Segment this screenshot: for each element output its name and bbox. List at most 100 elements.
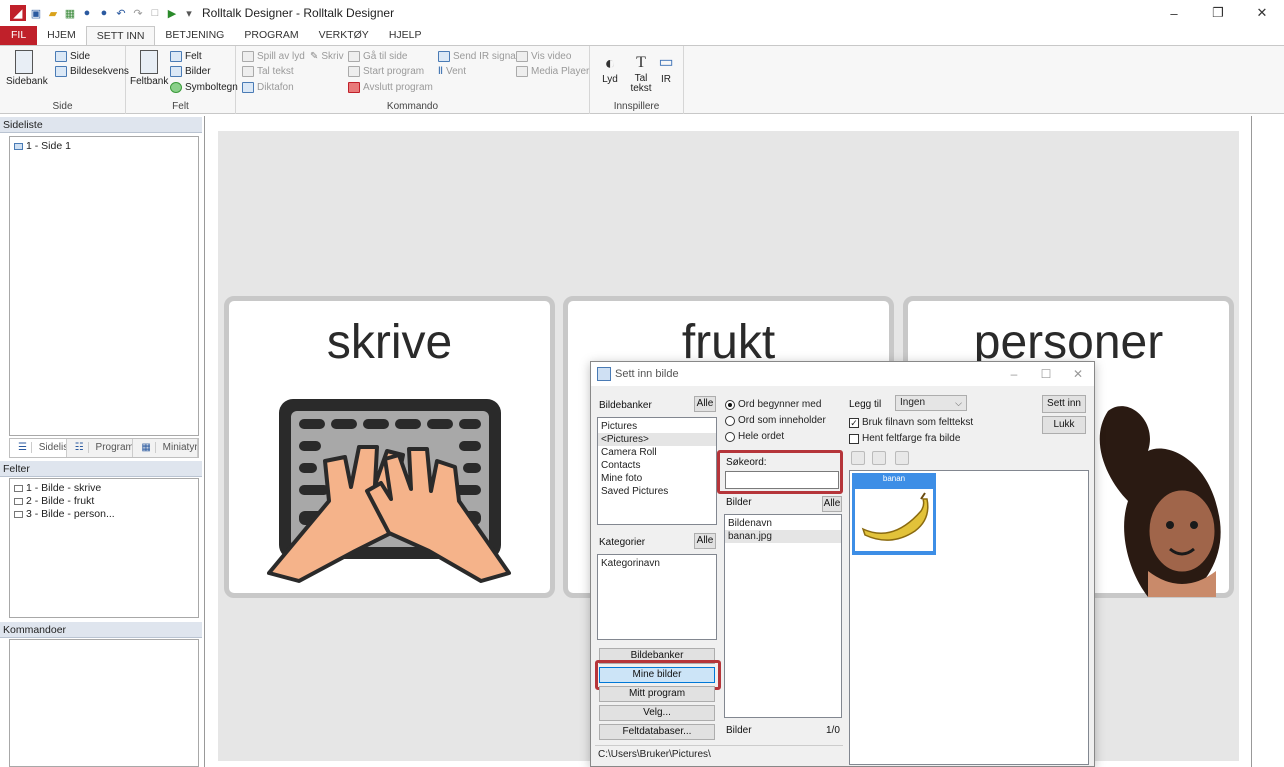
field-icon bbox=[14, 511, 23, 518]
legg-til-label: Legg til bbox=[849, 399, 882, 410]
side-icon bbox=[55, 51, 67, 62]
undo-icon[interactable]: ↶ bbox=[114, 6, 128, 20]
felter-item[interactable]: 3 - Bilde - person... bbox=[10, 508, 198, 521]
rotate-left-icon[interactable] bbox=[851, 451, 865, 465]
feltdatabaser-button[interactable]: Feltdatabaser... bbox=[599, 724, 715, 740]
tab-betjening[interactable]: BETJENING bbox=[155, 26, 234, 45]
tab-programs[interactable]: ☷ Programs... bbox=[67, 439, 134, 457]
minimize-button[interactable]: – bbox=[1152, 0, 1196, 26]
felter-tree: 1 - Bilde - skrive 2 - Bilde - frukt 3 -… bbox=[9, 478, 199, 618]
record-icon[interactable]: ● bbox=[80, 6, 94, 20]
radio-ord-begynner[interactable]: Ord begynner med bbox=[725, 399, 821, 410]
avslutt-program-button[interactable]: Avslutt program bbox=[348, 82, 433, 93]
dialog-close-button[interactable]: ✕ bbox=[1062, 362, 1094, 386]
image-preview-grid: banan bbox=[849, 470, 1089, 765]
side-button[interactable]: Side bbox=[55, 51, 90, 62]
field-card-skrive[interactable]: skrive bbox=[224, 296, 555, 598]
vis-video-button[interactable]: Vis video bbox=[516, 51, 571, 62]
felter-item-label: 3 - Bilde - person... bbox=[26, 508, 115, 520]
felt-button[interactable]: Felt bbox=[170, 51, 202, 62]
radio-ord-inneholder[interactable]: Ord som inneholder bbox=[725, 415, 826, 426]
tab-verktoy[interactable]: VERKTØY bbox=[309, 26, 379, 45]
spill-av-lyd-button[interactable]: Spill av lyd bbox=[242, 51, 305, 62]
qat-dropdown-icon[interactable]: ▾ bbox=[182, 6, 196, 20]
image-icon[interactable]: ▦ bbox=[63, 6, 77, 20]
bilder-label: Bilder bbox=[185, 66, 211, 77]
play-icon[interactable]: ▶ bbox=[165, 6, 179, 20]
list-item[interactable]: Camera Roll bbox=[598, 446, 716, 459]
app-logo-icon[interactable]: ◢ bbox=[10, 5, 26, 21]
list-item[interactable]: Saved Pictures bbox=[598, 485, 716, 498]
kategorier-list[interactable]: Kategorinavn bbox=[597, 554, 717, 640]
tab-program[interactable]: PROGRAM bbox=[234, 26, 308, 45]
diktafon-icon bbox=[242, 82, 254, 93]
dialog-minimize-button[interactable]: – bbox=[998, 362, 1030, 386]
tal-tekst-recorder-button[interactable]: T Tal tekst bbox=[628, 52, 654, 94]
velg-button[interactable]: Velg... bbox=[599, 705, 715, 721]
list-item[interactable]: Mine foto bbox=[598, 472, 716, 485]
grid-icon: ▦ bbox=[137, 442, 156, 453]
symboltegn-button[interactable]: Symboltegn bbox=[170, 82, 238, 93]
radio-circle bbox=[725, 431, 735, 442]
stop-icon[interactable]: ● bbox=[97, 6, 111, 20]
feltbank-button[interactable]: Feltbank bbox=[130, 50, 168, 87]
list-item[interactable]: <Pictures> bbox=[598, 433, 716, 446]
chk-bruk-filnavn[interactable]: ✓ Bruk filnavn som felttekst bbox=[849, 417, 973, 428]
felter-item[interactable]: 1 - Bilde - skrive bbox=[10, 482, 198, 495]
close-button[interactable]: ✕ bbox=[1240, 0, 1284, 26]
bilder-list[interactable]: Bildenavn banan.jpg bbox=[724, 514, 842, 718]
speaker-icon bbox=[242, 51, 254, 62]
bilder-alle-button[interactable]: Alle bbox=[822, 496, 842, 512]
rotate-right-icon[interactable] bbox=[872, 451, 886, 465]
kommandoer-list bbox=[9, 639, 199, 767]
redo-icon[interactable]: ↷ bbox=[131, 6, 145, 20]
sett-inn-button[interactable]: Sett inn bbox=[1042, 395, 1086, 413]
tab-sideliste[interactable]: ☰ Sideliste bbox=[10, 439, 67, 457]
dialog-maximize-button[interactable]: ☐ bbox=[1030, 362, 1062, 386]
tab-fil[interactable]: FIL bbox=[0, 26, 38, 45]
save-icon[interactable]: ▣ bbox=[29, 6, 43, 20]
tab-sett-inn[interactable]: SETT INN bbox=[85, 26, 156, 45]
banana-icon bbox=[861, 492, 929, 541]
lukk-button[interactable]: Lukk bbox=[1042, 416, 1086, 434]
bildesekvens-button[interactable]: Bildesekvens bbox=[55, 66, 129, 77]
kategorier-alle-button[interactable]: Alle bbox=[694, 533, 716, 549]
radio-hele-ordet[interactable]: Hele ordet bbox=[725, 431, 784, 442]
sidebank-button[interactable]: Sidebank bbox=[6, 50, 48, 87]
vent-button[interactable]: ‖ Vent bbox=[438, 66, 466, 77]
tab-programs-label: Programs... bbox=[91, 442, 133, 453]
diktafon-button[interactable]: Diktafon bbox=[242, 82, 294, 93]
send-ir-signal-button[interactable]: Send IR signal bbox=[438, 51, 518, 62]
list-item[interactable]: Pictures bbox=[598, 420, 716, 433]
skriv-button[interactable]: ✎ Skriv bbox=[310, 51, 344, 62]
start-program-button[interactable]: Start program bbox=[348, 66, 424, 77]
tab-hjelp[interactable]: HJELP bbox=[379, 26, 432, 45]
list-item[interactable]: Contacts bbox=[598, 459, 716, 472]
list-item[interactable]: Kategorinavn bbox=[598, 557, 716, 570]
title-bar: ◢ ▣ ▰ ▦ ● ● ↶ ↷ □ ▶ ▾ Rolltalk Designer … bbox=[0, 0, 1284, 26]
chk-hent-feltfarge[interactable]: Hent feltfarge fra bilde bbox=[849, 433, 960, 444]
media-player-button[interactable]: Media Player bbox=[516, 66, 589, 77]
bildebanker-list[interactable]: Pictures <Pictures> Camera Roll Contacts… bbox=[597, 417, 717, 525]
tal-tekst-button[interactable]: Tal tekst bbox=[242, 66, 294, 77]
felter-item[interactable]: 2 - Bilde - frukt bbox=[10, 495, 198, 508]
bilder-button[interactable]: Bilder bbox=[170, 66, 211, 77]
list-item[interactable]: banan.jpg bbox=[725, 530, 841, 543]
open-folder-icon[interactable]: ▰ bbox=[46, 6, 60, 20]
image-thumbnail-banan[interactable]: banan bbox=[852, 473, 936, 555]
image-edit-icon[interactable] bbox=[895, 451, 909, 465]
ir-recorder-button[interactable]: ▭ IR bbox=[656, 52, 676, 85]
list-item[interactable]: Bildenavn bbox=[725, 517, 841, 530]
dialog-title: Sett inn bilde bbox=[615, 368, 679, 380]
tab-miniatyrs[interactable]: ▦ Miniatyrs... bbox=[133, 439, 198, 457]
mitt-program-button[interactable]: Mitt program bbox=[599, 686, 715, 702]
bildebanker-alle-button[interactable]: Alle bbox=[694, 396, 716, 412]
blank-page-icon[interactable]: □ bbox=[148, 6, 162, 20]
legg-til-select[interactable]: Ingen ⌵ bbox=[895, 395, 967, 411]
sidebank-label: Sidebank bbox=[6, 76, 48, 87]
ga-til-side-button[interactable]: Gå til side bbox=[348, 51, 407, 62]
sideliste-item[interactable]: 1 - Side 1 bbox=[10, 140, 198, 153]
lyd-recorder-button[interactable]: ◐ Lyd bbox=[598, 52, 622, 85]
maximize-button[interactable]: ❐ bbox=[1196, 0, 1240, 26]
tab-hjem[interactable]: HJEM bbox=[37, 26, 86, 45]
